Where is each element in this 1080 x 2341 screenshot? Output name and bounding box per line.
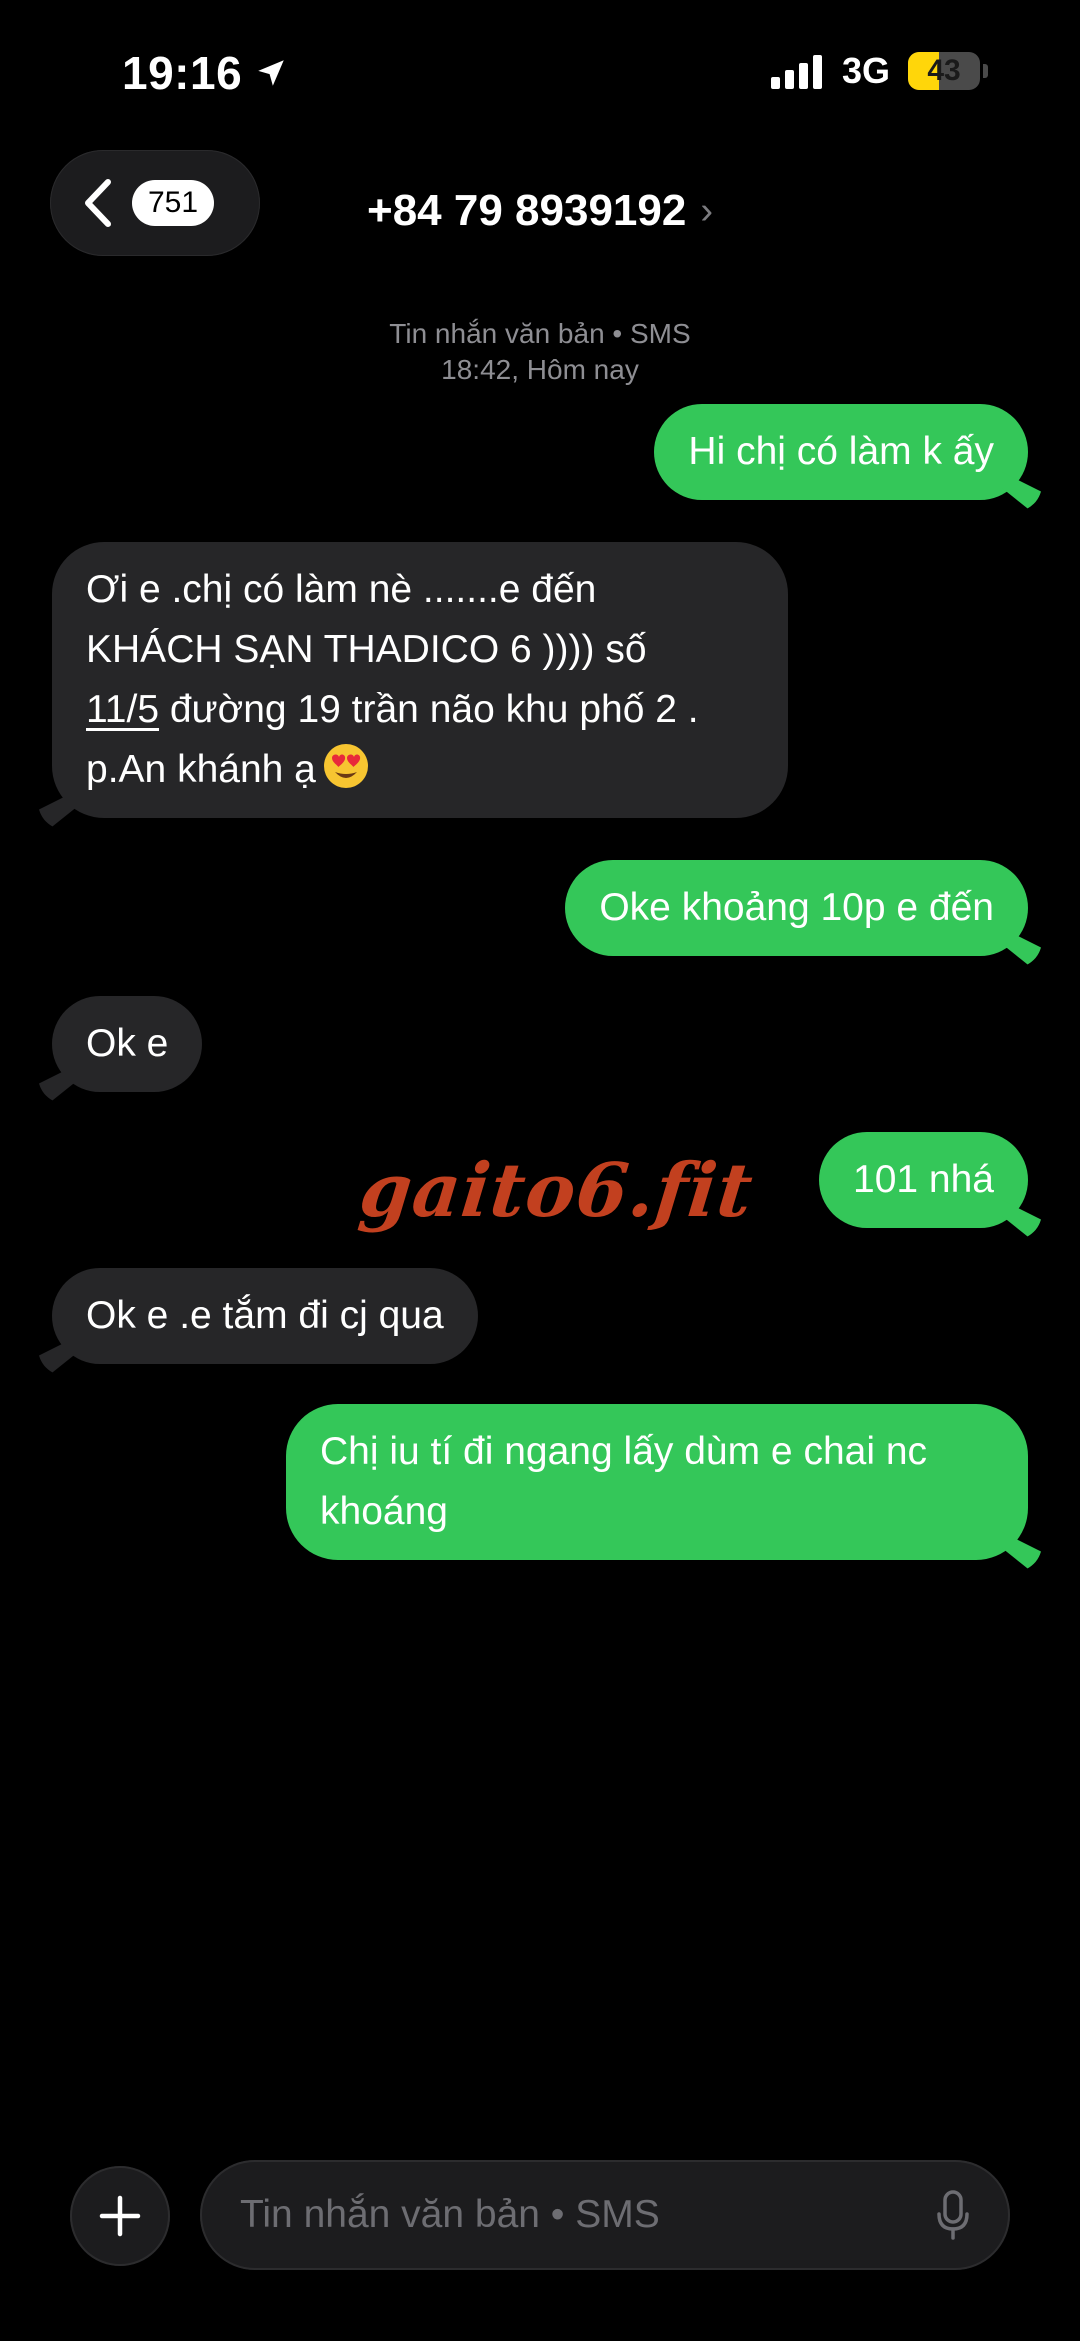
- network-type: 3G: [841, 50, 890, 91]
- message-bubble-incoming[interactable]: Ơi e .chị có làm nè .......e đến KHÁCH S…: [52, 542, 788, 818]
- message-bubble-incoming[interactable]: Ok e .e tắm đi cj qua: [52, 1268, 478, 1364]
- status-indicators: 3G 43: [770, 50, 988, 92]
- plus-icon: [99, 2195, 141, 2237]
- message-line: Chị iu tí đi ngang lấy dùm e chai nc: [320, 1430, 928, 1473]
- message-bubble-outgoing[interactable]: Oke khoảng 10p e đến: [565, 860, 1028, 956]
- status-time: 19:16: [122, 46, 288, 100]
- message-line-text: đường 19 trần não khu phố 2 .: [159, 688, 699, 731]
- service-label: Tin nhắn văn bản • SMS: [389, 318, 691, 349]
- watermark: gaito6.fit: [355, 1148, 758, 1234]
- message-bubble-outgoing[interactable]: 101 nhá: [819, 1132, 1028, 1228]
- add-attachment-button[interactable]: [70, 2166, 170, 2266]
- message-input[interactable]: Tin nhắn văn bản • SMS: [200, 2160, 1010, 2270]
- smiling-face-with-heart-eyes-emoji: [323, 744, 368, 788]
- message-line: KHÁCH SẠN THADICO 6 )))) số: [86, 628, 647, 671]
- signal-bars-icon: [770, 53, 822, 89]
- message-input-placeholder: Tin nhắn văn bản • SMS: [240, 2193, 660, 2236]
- message-bubble-outgoing[interactable]: Chị iu tí đi ngang lấy dùm e chai nc kho…: [286, 1404, 1028, 1560]
- message-line: khoáng: [320, 1490, 448, 1533]
- message-text: Oke khoảng 10p e đến: [599, 886, 994, 929]
- message-text: Ok e .e tắm đi cj qua: [86, 1294, 444, 1337]
- status-time-label: 19:16: [122, 47, 243, 99]
- location-arrow-icon: [258, 60, 284, 86]
- battery-level: 43: [927, 54, 961, 87]
- contact-title[interactable]: +84 79 8939192 ›: [0, 186, 1080, 236]
- timestamp: 18:42, Hôm nay: [441, 354, 639, 385]
- battery-tip: [983, 64, 988, 78]
- microphone-icon[interactable]: [936, 2190, 970, 2240]
- message-text: Hi chị có làm k ấy: [688, 430, 994, 473]
- battery-icon: 43: [908, 52, 980, 90]
- contact-number: +84 79 8939192: [367, 186, 687, 235]
- message-text: 101 nhá: [853, 1158, 994, 1201]
- conversation-meta: Tin nhắn văn bản • SMS 18:42, Hôm nay: [0, 316, 1080, 388]
- message-bubble-outgoing[interactable]: Hi chị có làm k ấy: [654, 404, 1028, 500]
- message-bubble-incoming[interactable]: Ok e: [52, 996, 203, 1092]
- message-line: p.An khánh ạ: [86, 740, 754, 800]
- address-link[interactable]: 11/5: [86, 688, 159, 731]
- message-text: Ok e: [86, 1022, 169, 1065]
- message-line: Ơi e .chị có làm nè .......e đến: [86, 568, 597, 611]
- message-line-text: p.An khánh ạ: [86, 748, 316, 791]
- message-line: 11/5 đường 19 trần não khu phố 2 .: [86, 680, 754, 740]
- chevron-right-icon: ›: [700, 189, 713, 232]
